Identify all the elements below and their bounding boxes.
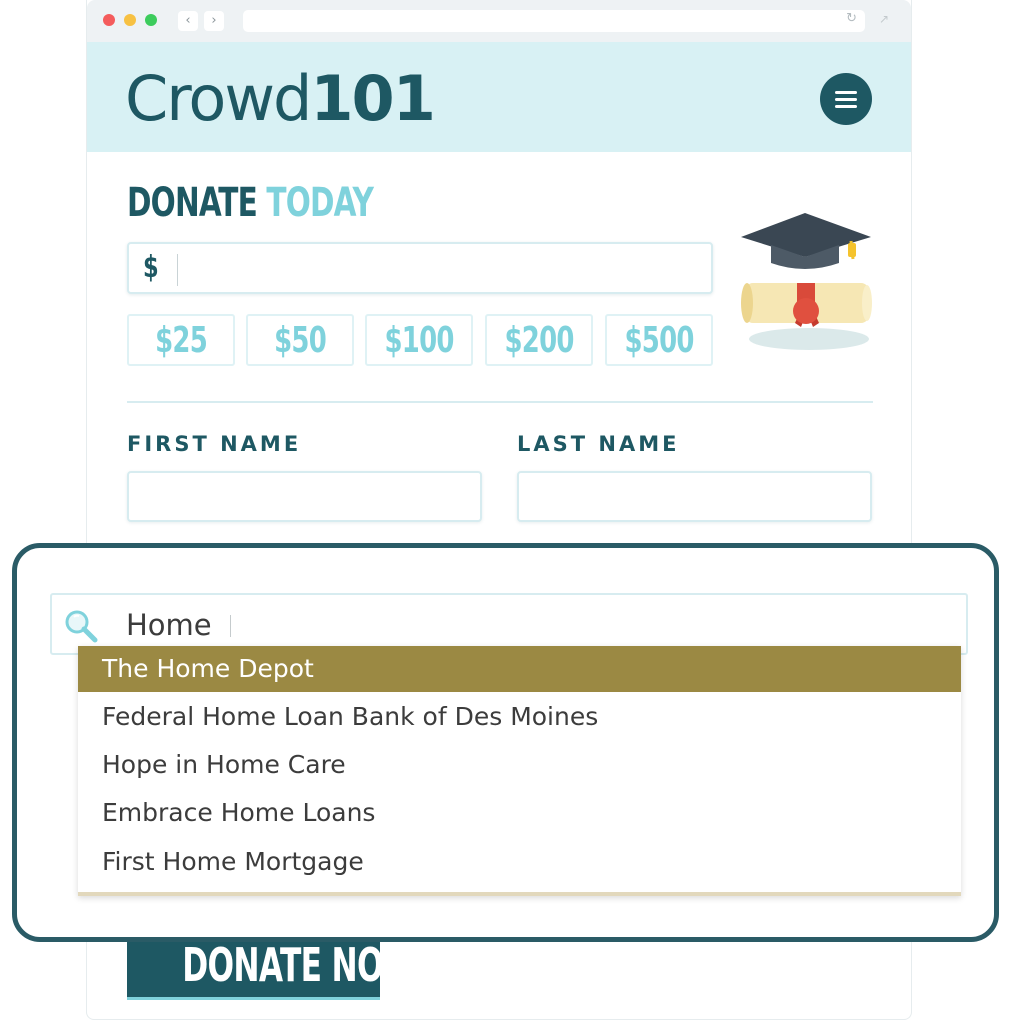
preset-amount-button[interactable]: $25 <box>127 314 235 366</box>
donate-heading: DONATE TODAY <box>127 180 374 226</box>
search-query-text: Home <box>126 608 212 642</box>
last-name-label: LAST NAME <box>517 432 680 456</box>
search-text-cursor <box>230 615 231 637</box>
section-divider <box>127 401 873 403</box>
donate-heading-light: TODAY <box>266 180 374 226</box>
reload-icon[interactable]: ↻ <box>846 11 857 26</box>
preset-amount-button[interactable]: $200 <box>485 314 593 366</box>
browser-chrome: ‹ › ↻ ↗ <box>87 0 911 42</box>
preset-amount-label: $100 <box>384 320 454 361</box>
search-result-item[interactable]: The Home Depot <box>78 646 961 692</box>
preset-amount-button[interactable]: $100 <box>365 314 473 366</box>
address-bar[interactable]: ↻ <box>243 10 865 32</box>
donation-amount-field[interactable]: $ <box>127 242 713 294</box>
preset-amount-label: $500 <box>624 320 694 361</box>
preset-amount-button[interactable]: $500 <box>605 314 713 366</box>
donate-heading-dark: DONATE <box>127 180 258 226</box>
logo-text-bold: 101 <box>310 62 435 135</box>
close-window-dot[interactable] <box>103 14 115 26</box>
site-header: Crowd101 <box>87 42 911 152</box>
search-result-item[interactable]: Embrace Home Loans <box>78 790 961 836</box>
preset-amount-label: $50 <box>274 320 327 361</box>
first-name-field[interactable] <box>127 471 482 522</box>
preset-amount-label: $25 <box>155 320 208 361</box>
hamburger-menu-icon[interactable] <box>820 73 872 125</box>
search-result-item[interactable]: Hope in Home Care <box>78 742 961 788</box>
donate-now-label: DONATE NOW <box>182 938 417 992</box>
last-name-field[interactable] <box>517 471 872 522</box>
amount-text-cursor <box>177 254 178 286</box>
logo-text-light: Crowd <box>125 62 312 135</box>
currency-symbol: $ <box>143 250 159 285</box>
preset-amount-label: $200 <box>504 320 574 361</box>
back-arrow-icon[interactable]: ‹ <box>178 11 198 31</box>
forward-arrow-icon[interactable]: › <box>204 11 224 31</box>
search-result-item[interactable]: First Home Mortgage <box>78 839 961 885</box>
minimize-window-dot[interactable] <box>124 14 136 26</box>
maximize-window-dot[interactable] <box>145 14 157 26</box>
search-icon <box>65 610 98 643</box>
expand-icon[interactable]: ↗ <box>879 12 889 26</box>
first-name-label: FIRST NAME <box>127 432 302 456</box>
search-result-item[interactable]: Federal Home Loan Bank of Des Moines <box>78 694 961 740</box>
search-results-dropdown: The Home Depot Federal Home Loan Bank of… <box>78 646 961 896</box>
donate-now-button[interactable]: DONATE NOW <box>127 937 417 997</box>
logo[interactable]: Crowd101 <box>125 62 436 135</box>
graduation-cap-icon <box>741 213 872 350</box>
preset-amount-button[interactable]: $50 <box>246 314 354 366</box>
